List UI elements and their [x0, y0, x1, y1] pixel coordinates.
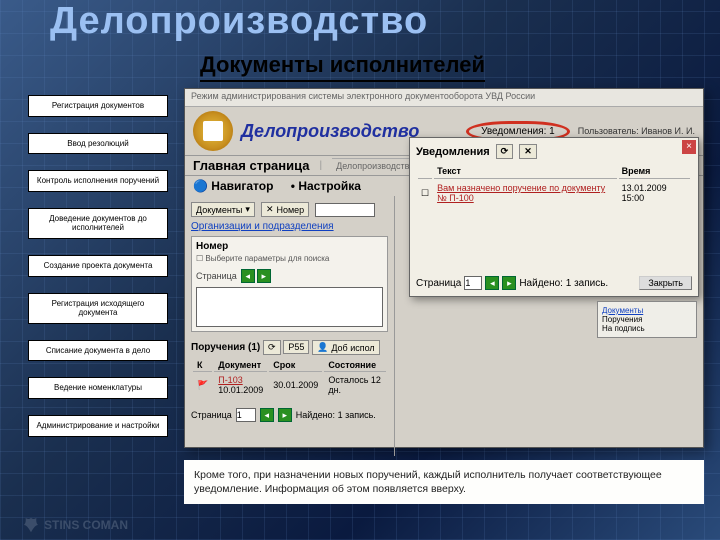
sidebar-item-admin[interactable]: Администрирование и настройки: [28, 415, 168, 437]
emblem-icon: [193, 111, 233, 151]
popup-title-text: Уведомления: [416, 146, 490, 158]
popup-title: Уведомления ⟳ ✕: [416, 144, 692, 159]
assignments-header: Поручения (1): [191, 342, 260, 353]
popup-page-label: Страница: [416, 278, 461, 289]
filter-textarea[interactable]: [196, 287, 383, 327]
footer-caption: Кроме того, при назначении новых поручен…: [184, 460, 704, 504]
toolbar-r55[interactable]: Р55: [283, 340, 309, 354]
popup-prev-icon[interactable]: ◂: [485, 276, 499, 290]
col-term: Срок: [269, 359, 322, 372]
left-column: Документы ▾ ✕ Номер Организации и подраз…: [185, 196, 395, 456]
pager-prev-icon[interactable]: ◂: [260, 408, 274, 422]
mini-docs[interactable]: Документы: [602, 306, 692, 315]
user-name: Иванов И. И.: [641, 126, 695, 136]
doc-link[interactable]: П-103: [218, 375, 242, 385]
state-cell: Осталось 12 дн.: [324, 374, 386, 396]
number-input[interactable]: [315, 203, 375, 217]
col-doc: Документ: [214, 359, 267, 372]
popup-col-text: Текст: [434, 164, 617, 179]
app-caption: Режим администрирования системы электрон…: [185, 89, 703, 107]
page-prev-icon[interactable]: ◂: [241, 269, 255, 283]
popup-msg-link[interactable]: Вам назначено поручение по документу № П…: [437, 183, 605, 203]
sidebar-item-create-draft[interactable]: Создание проекта документа: [28, 255, 168, 277]
filter-panel: Номер ☐ Выберите параметры для поиска Ст…: [191, 236, 388, 332]
col-k: К: [193, 359, 212, 372]
page-label: Страница: [196, 271, 237, 281]
user-info: Пользователь: Иванов И. И.: [578, 126, 695, 136]
term-cell: 30.01.2009: [269, 374, 322, 396]
popup-time: 13.01.2009 15:00: [619, 181, 690, 205]
doc-date: 10.01.2009: [218, 385, 263, 395]
docs-dropdown[interactable]: Документы ▾: [191, 202, 255, 217]
filter-hint: Выберите параметры для поиска: [205, 254, 329, 263]
app-window: Режим администрирования системы электрон…: [184, 88, 704, 448]
page-number-input[interactable]: [236, 408, 256, 422]
left-sidebar: Регистрация документов Ввод резолюций Ко…: [28, 95, 168, 437]
brand-icon: [22, 516, 40, 534]
sidebar-item-nomenclature[interactable]: Ведение номенклатуры: [28, 377, 168, 399]
popup-row[interactable]: ☐ Вам назначено поручение по документу №…: [418, 181, 690, 205]
table-row[interactable]: 🚩 П-103 10.01.2009 30.01.2009 Осталось 1…: [193, 374, 386, 396]
main-page-heading: Главная страница: [193, 158, 309, 173]
popup-clear-icon[interactable]: ✕: [519, 144, 537, 159]
orgs-link[interactable]: Организации и подразделения: [191, 221, 388, 232]
docs-dropdown-label: Документы: [196, 205, 242, 215]
nav-navigator-label: Навигатор: [211, 179, 273, 193]
popup-found: Найдено: 1 запись.: [519, 278, 608, 289]
page-title: Делопроизводство: [50, 0, 428, 43]
sidebar-item-writeoff[interactable]: Списание документа в дело: [28, 340, 168, 362]
popup-next-icon[interactable]: ▸: [502, 276, 516, 290]
filter-col-header: Номер: [196, 241, 228, 252]
brand-logo: STINS COMAN: [22, 516, 128, 534]
close-icon[interactable]: ×: [682, 140, 696, 154]
pages-label: Страница: [191, 410, 232, 420]
page-next-icon[interactable]: ▸: [257, 269, 271, 283]
col-state: Состояние: [324, 359, 386, 372]
pager-next-icon[interactable]: ▸: [278, 408, 292, 422]
popup-col-time: Время: [619, 164, 690, 179]
popup-close-button[interactable]: Закрыть: [639, 276, 692, 290]
mini-panel: Документы Поручения На подпись: [597, 301, 697, 338]
page-subtitle: Документы исполнителей: [200, 52, 485, 82]
popup-table: Текст Время ☐ Вам назначено поручение по…: [416, 162, 692, 207]
mini-assign[interactable]: Поручения: [602, 315, 692, 324]
nav-navigator[interactable]: 🔵 Навигатор: [193, 179, 273, 193]
num-filter-btn[interactable]: ✕ Номер: [261, 202, 309, 217]
brand-text: STINS COMAN: [44, 518, 128, 532]
sidebar-item-resolutions[interactable]: Ввод резолюций: [28, 133, 168, 155]
toolbar-refresh[interactable]: ⟳: [263, 340, 281, 355]
toolbar-add-executor[interactable]: 👤 Доб испол: [312, 340, 380, 355]
mini-sign[interactable]: На подпись: [602, 324, 692, 333]
sidebar-item-control[interactable]: Контроль исполнения поручений: [28, 170, 168, 192]
assignments-table: К Документ Срок Состояние 🚩 П-103 10.01.…: [191, 357, 388, 398]
sidebar-item-outgoing[interactable]: Регистрация исходящего документа: [28, 293, 168, 324]
sidebar-item-register[interactable]: Регистрация документов: [28, 95, 168, 117]
user-prefix: Пользователь:: [578, 126, 639, 136]
found-count: Найдено: 1 запись.: [296, 410, 376, 420]
toolbar-add-label: Доб испол: [331, 343, 374, 353]
nav-settings-label: Настройка: [298, 179, 361, 193]
notifications-popup: × Уведомления ⟳ ✕ Текст Время ☐ Вам назн…: [409, 137, 699, 297]
num-filter-label: Номер: [276, 205, 304, 215]
popup-page-input[interactable]: [464, 276, 482, 290]
nav-settings[interactable]: • Настройка: [291, 179, 361, 193]
popup-refresh-icon[interactable]: ⟳: [496, 144, 514, 159]
sidebar-item-deliver[interactable]: Доведение документов до исполнителей: [28, 208, 168, 239]
